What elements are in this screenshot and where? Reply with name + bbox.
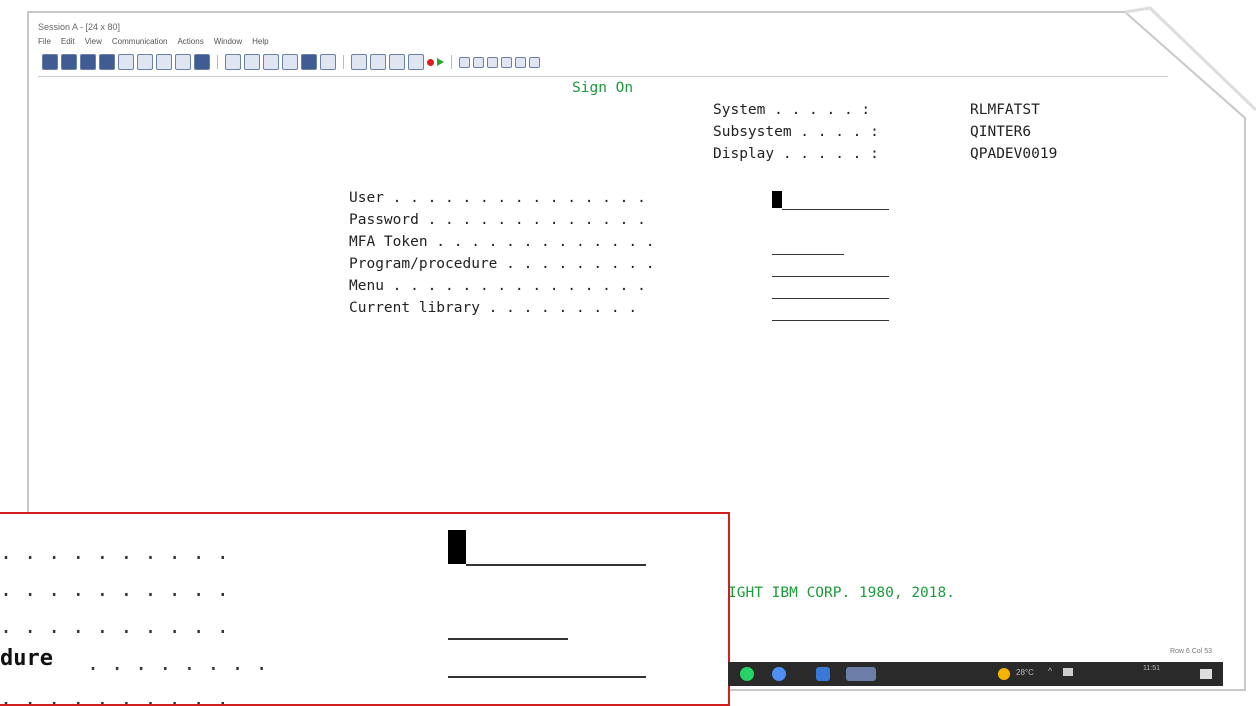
zoom-program-field — [448, 676, 646, 678]
user-label: User . . . . . . . . . . . . . . . — [349, 190, 646, 206]
menu-communication[interactable]: Communication — [112, 37, 168, 49]
current-library-label: Current library . . . . . . . . . — [349, 300, 638, 316]
copyright-notice: IGHT IBM CORP. 1980, 2018. — [728, 585, 955, 601]
toolbar-separator — [451, 55, 452, 69]
pf-key-5-icon[interactable] — [515, 56, 526, 68]
toolbar-separator — [343, 55, 344, 69]
zoom-row-user-dots: . . . . . . . . . . — [0, 540, 229, 564]
zoom-row-password-dots: . . . . . . . . . . — [0, 577, 229, 601]
clock[interactable]: 11:51 — [1143, 665, 1160, 672]
toolbar-button-2-icon[interactable] — [61, 54, 77, 70]
display-icon[interactable] — [301, 54, 317, 70]
whatsapp-icon[interactable] — [740, 667, 754, 681]
send-icon[interactable] — [389, 54, 405, 70]
pf-key-3-icon[interactable] — [487, 56, 498, 68]
mfa-token-field[interactable] — [772, 254, 844, 255]
system-value: RLMFATST — [970, 102, 1040, 118]
receive-icon[interactable] — [408, 54, 424, 70]
window-title: Session A - [24 x 80] — [38, 22, 121, 32]
zoom-row-mfa-dots: . . . . . . . . . . — [0, 614, 229, 638]
program-procedure-label: Program/procedure . . . . . . . . . — [349, 256, 655, 272]
pf-key-4-icon[interactable] — [501, 56, 512, 68]
mfa-token-label: MFA Token . . . . . . . . . . . . . — [349, 234, 655, 250]
copy-icon[interactable] — [225, 54, 241, 70]
program-procedure-field[interactable] — [772, 276, 889, 277]
toolbar-button-1-icon[interactable] — [42, 54, 58, 70]
zoom-user-field — [466, 564, 646, 566]
menu-help[interactable]: Help — [252, 37, 268, 49]
menu-view[interactable]: View — [85, 37, 102, 49]
wifi-icon[interactable] — [1063, 668, 1073, 676]
windows-taskbar: 28°C ^ 11:51 — [728, 662, 1223, 686]
toolbar-button-9-icon[interactable] — [194, 54, 210, 70]
menu-window[interactable]: Window — [214, 37, 242, 49]
screen-heading: Sign On — [572, 80, 634, 96]
password-label: Password . . . . . . . . . . . . . — [349, 212, 646, 228]
play-icon[interactable] — [437, 58, 444, 66]
clipboard-icon[interactable] — [282, 54, 298, 70]
subsystem-label: Subsystem . . . . : — [713, 124, 879, 140]
print-icon[interactable] — [263, 54, 279, 70]
text-cursor — [772, 191, 782, 208]
toolbar-divider — [38, 76, 1168, 77]
weather-text: 28°C — [1016, 668, 1034, 677]
pf-key-2-icon[interactable] — [473, 56, 484, 68]
system-label: System . . . . . : — [713, 102, 871, 118]
terminal-app-icon[interactable] — [846, 667, 876, 681]
menu-label: Menu . . . . . . . . . . . . . . . — [349, 278, 646, 294]
pf-key-6-icon[interactable] — [529, 56, 540, 68]
zoom-text-cursor — [448, 530, 466, 564]
tray-chevron-icon[interactable]: ^ — [1048, 666, 1052, 676]
transfer-icon[interactable] — [370, 54, 386, 70]
toolbar — [42, 52, 540, 72]
paste-icon[interactable] — [244, 54, 260, 70]
notification-icon[interactable] — [1200, 669, 1212, 679]
app-icon[interactable] — [816, 667, 830, 681]
menu-field[interactable] — [772, 298, 889, 299]
browser-icon[interactable] — [772, 667, 786, 681]
zoom-mfa-token-field — [448, 638, 568, 640]
display-label: Display . . . . . : — [713, 146, 879, 162]
status-position: Row 6 Col 53 — [1169, 648, 1212, 655]
current-library-field[interactable] — [772, 320, 889, 321]
toolbar-button-5-icon[interactable] — [118, 54, 134, 70]
settings-icon[interactable] — [320, 54, 336, 70]
toolbar-button-4-icon[interactable] — [99, 54, 115, 70]
menu-file[interactable]: File — [38, 37, 51, 49]
macro-icon[interactable] — [351, 54, 367, 70]
record-icon[interactable] — [427, 58, 434, 66]
zoom-procedure-dots: . . . . . . . . — [87, 651, 268, 675]
toolbar-separator — [217, 55, 218, 69]
zoom-row-menu-dots: . . . . . . . . . . — [0, 686, 229, 706]
weather-icon[interactable] — [998, 668, 1010, 680]
menu-bar: File Edit View Communication Actions Win… — [38, 37, 269, 49]
zoom-procedure-label: dure — [0, 646, 53, 671]
display-value: QPADEV0019 — [970, 146, 1058, 162]
subsystem-value: QINTER6 — [970, 124, 1032, 140]
menu-edit[interactable]: Edit — [61, 37, 75, 49]
toolbar-button-7-icon[interactable] — [156, 54, 172, 70]
zoom-inset: . . . . . . . . . . . . . . . . . . . . … — [0, 512, 730, 706]
toolbar-button-6-icon[interactable] — [137, 54, 153, 70]
toolbar-button-3-icon[interactable] — [80, 54, 96, 70]
menu-actions[interactable]: Actions — [177, 37, 203, 49]
password-field[interactable] — [772, 231, 889, 232]
pf-key-1-icon[interactable] — [459, 56, 470, 68]
user-field[interactable] — [782, 209, 889, 210]
toolbar-button-8-icon[interactable] — [175, 54, 191, 70]
